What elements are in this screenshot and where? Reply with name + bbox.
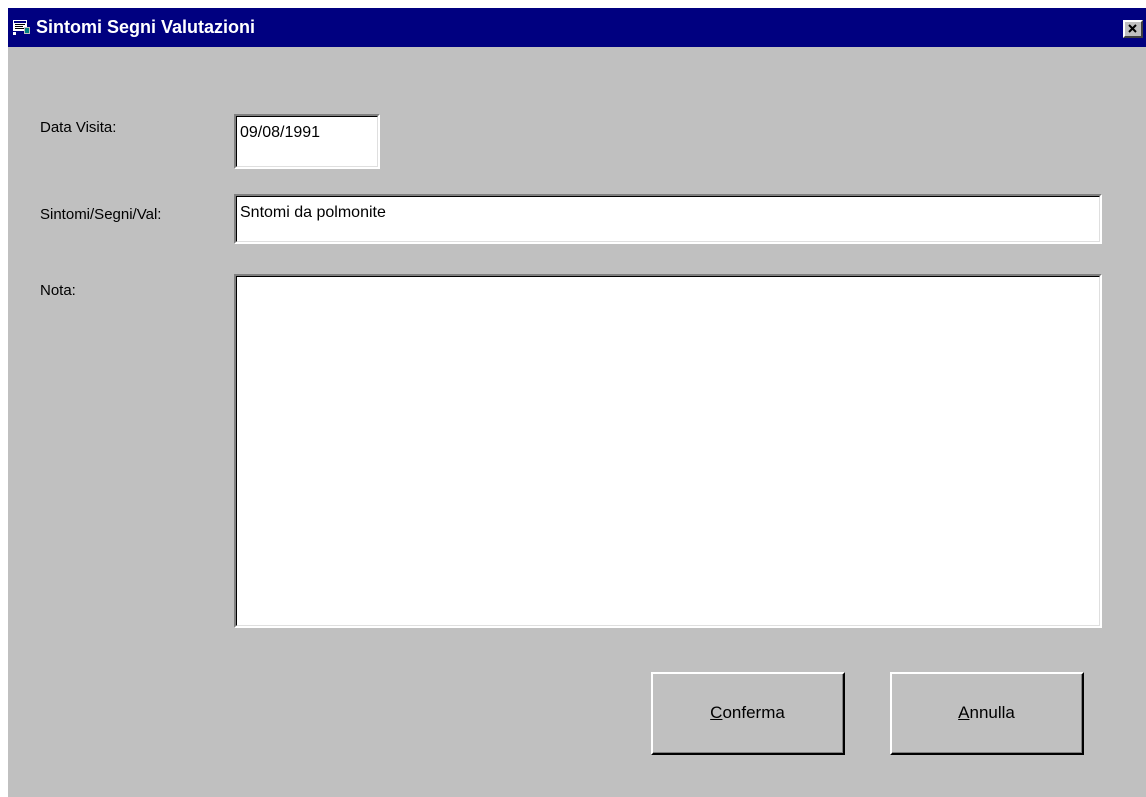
dialog-window: Sintomi Segni Valutazioni Data Visita: 0…	[8, 8, 1146, 797]
form-app-icon	[13, 20, 31, 35]
window-title: Sintomi Segni Valutazioni	[36, 17, 256, 37]
title-bar[interactable]: Sintomi Segni Valutazioni	[8, 8, 1146, 47]
conferma-button[interactable]: Conferma	[651, 672, 845, 755]
annulla-accel: A	[958, 703, 970, 722]
data-visita-label: Data Visita:	[40, 119, 117, 136]
nota-label: Nota:	[40, 282, 76, 299]
conferma-accel: C	[710, 703, 723, 722]
conferma-label: onferma	[722, 703, 785, 722]
annulla-label: nnulla	[969, 703, 1015, 722]
nota-textarea[interactable]	[234, 274, 1102, 628]
data-visita-value: 09/08/1991	[240, 124, 321, 141]
sintomi-label: Sintomi/Segni/Val:	[40, 206, 162, 223]
annulla-button[interactable]: Annulla	[890, 672, 1084, 755]
data-visita-field[interactable]: 09/08/1991	[234, 114, 380, 169]
close-icon	[1125, 22, 1141, 36]
sintomi-value: Sntomi da polmonite	[240, 204, 386, 221]
sintomi-field[interactable]: Sntomi da polmonite	[234, 194, 1102, 244]
close-button[interactable]	[1123, 20, 1143, 38]
